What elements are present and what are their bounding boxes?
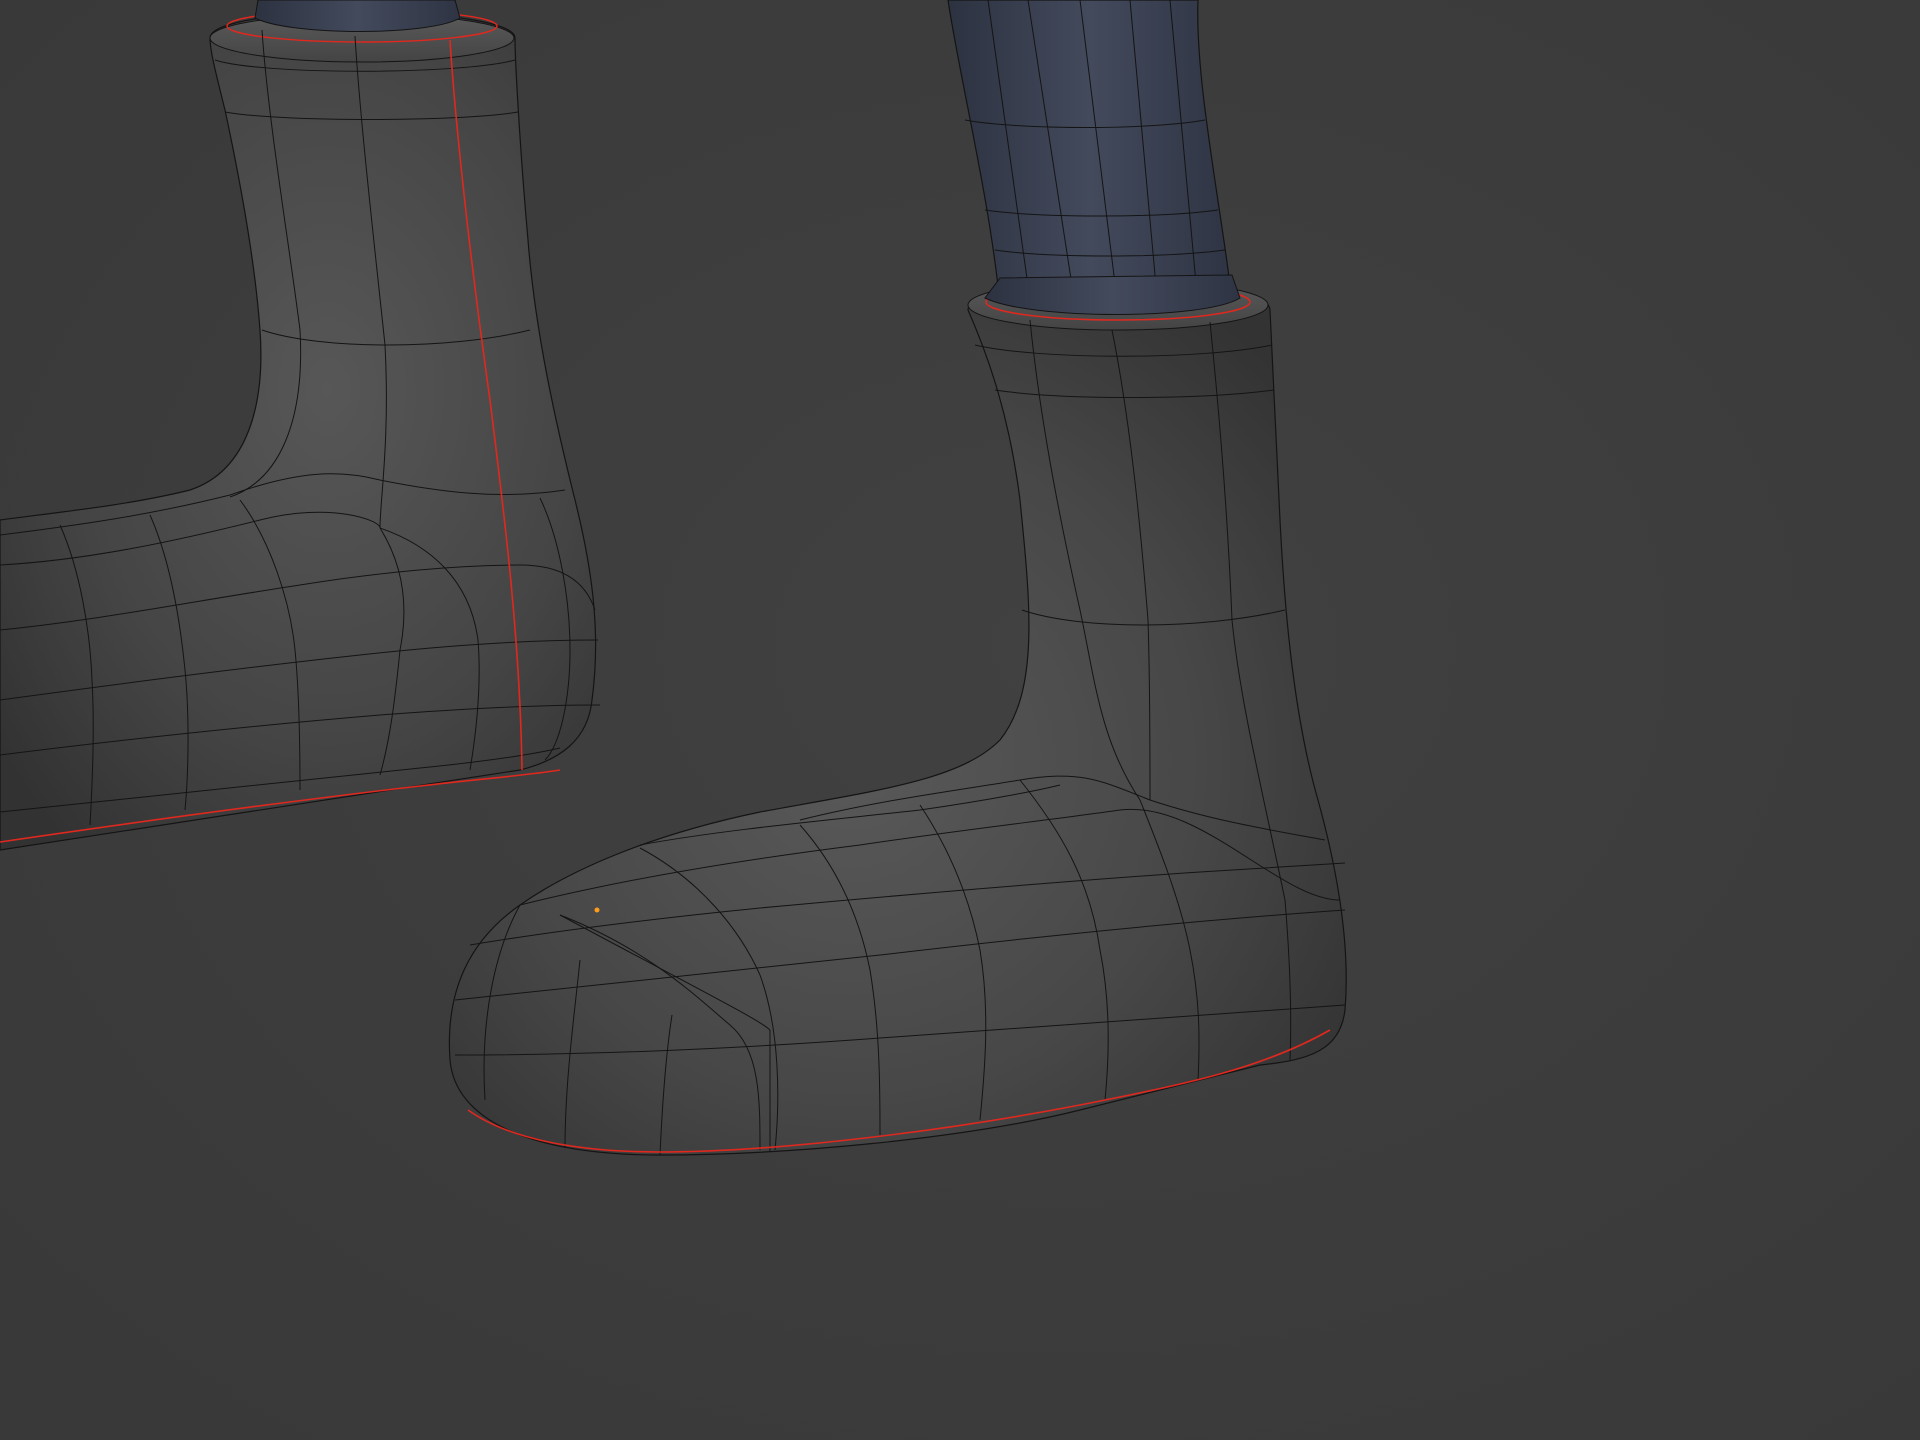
- 3d-viewport[interactable]: [0, 0, 1920, 1440]
- viewport-scene[interactable]: [0, 0, 1920, 1440]
- selected-vertex[interactable]: [594, 907, 600, 913]
- leg-left-base: [254, 0, 461, 32]
- leg-right-base: [984, 274, 1241, 315]
